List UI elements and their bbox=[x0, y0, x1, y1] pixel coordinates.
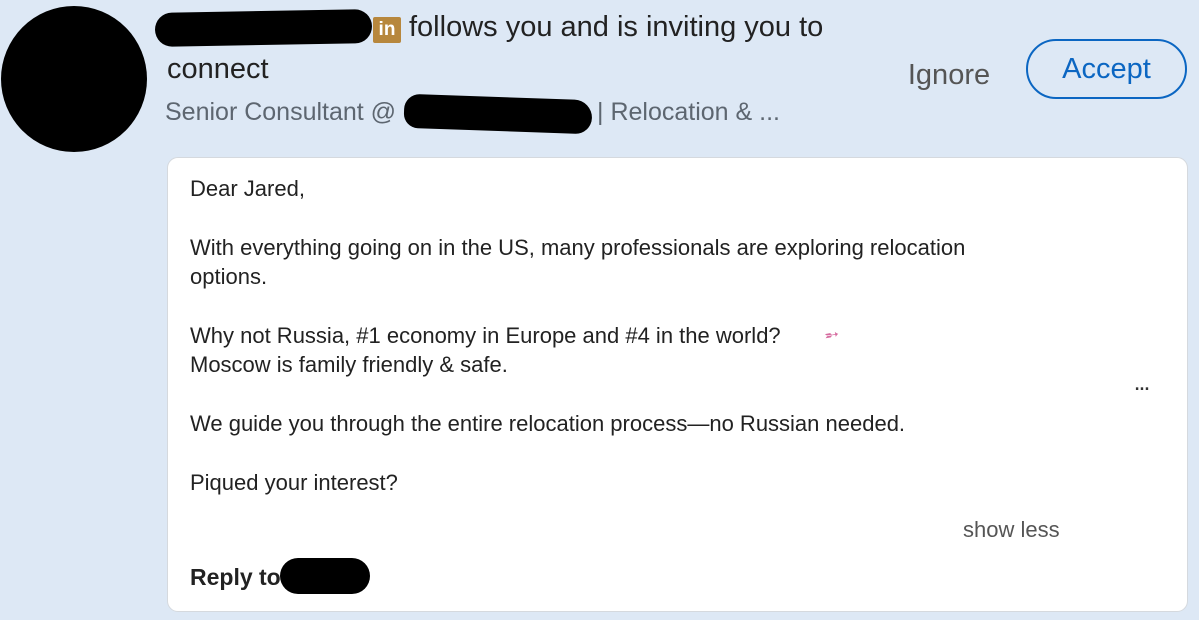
message-line-3: Why not Russia, #1 economy in Europe and… bbox=[190, 323, 781, 348]
show-less-link[interactable]: show less bbox=[963, 517, 1060, 543]
message-panel bbox=[167, 157, 1188, 612]
message-line-greeting: Dear Jared, bbox=[190, 176, 305, 201]
redacted-company bbox=[403, 93, 593, 135]
invitation-headline-line-1: follows you and is inviting you to bbox=[409, 11, 824, 43]
redacted-name bbox=[154, 9, 373, 47]
invitation-headline-line-2: connect bbox=[167, 53, 269, 85]
accept-button[interactable]: Accept bbox=[1026, 39, 1187, 99]
ignore-button[interactable]: Ignore bbox=[899, 54, 999, 96]
message-line-4: Moscow is family friendly & safe. bbox=[190, 352, 508, 377]
message-line-6: Piqued your interest? bbox=[190, 470, 398, 495]
message-line-1: With everything going on in the US, many… bbox=[190, 235, 966, 260]
more-icon[interactable]: ... bbox=[1126, 368, 1156, 396]
redacted-reply-name bbox=[280, 558, 370, 594]
message-line-2: options. bbox=[190, 264, 268, 289]
connection-invitation-card: in follows you and is inviting you to co… bbox=[0, 0, 1199, 620]
sender-title-left: Senior Consultant @ bbox=[165, 98, 397, 126]
message-line-5: We guide you through the entire relocati… bbox=[190, 411, 906, 436]
linkedin-icon: in bbox=[373, 17, 401, 43]
profile-avatar[interactable] bbox=[1, 6, 147, 152]
reply-link[interactable]: Reply to bbox=[190, 564, 281, 591]
sender-title-right: | Relocation & ... bbox=[597, 98, 780, 126]
